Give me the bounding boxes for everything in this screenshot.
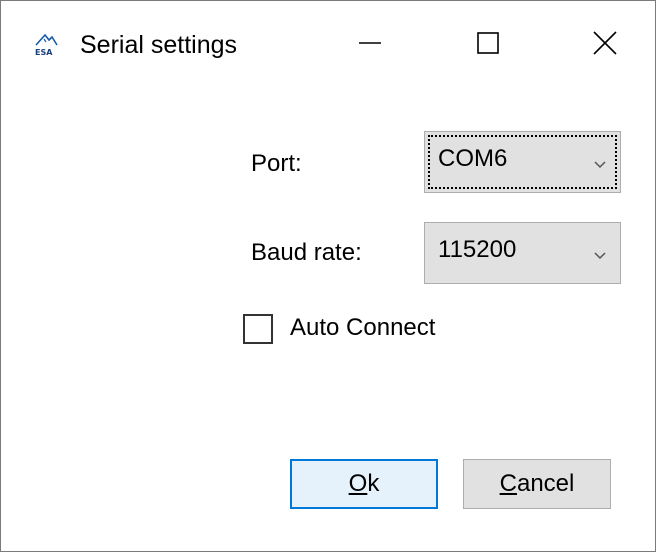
cancel-label-rest: ancel (516, 470, 575, 497)
maximize-button[interactable] (453, 1, 523, 89)
ok-label-rest: k (367, 470, 380, 497)
esa-logo-icon: ESA (33, 29, 59, 61)
maximize-icon (477, 31, 499, 59)
ok-mnemonic: O (348, 470, 368, 497)
svg-text:ESA: ESA (35, 48, 53, 57)
auto-connect-label[interactable]: Auto Connect (290, 313, 435, 343)
chevron-down-icon (594, 247, 606, 260)
cancel-mnemonic: C (499, 470, 517, 497)
chevron-down-icon (594, 156, 606, 169)
minimize-icon (359, 32, 381, 59)
serial-settings-window: ESA Serial settings Port: COM6 Baud rate… (0, 0, 656, 552)
window-title: Serial settings (80, 31, 238, 59)
port-value: COM6 (438, 145, 508, 172)
close-icon (593, 30, 617, 60)
title-bar[interactable]: ESA Serial settings (1, 1, 655, 89)
cancel-button[interactable]: Cancel (463, 459, 611, 509)
minimize-button[interactable] (335, 1, 405, 89)
close-button[interactable] (570, 1, 640, 89)
port-dropdown[interactable]: COM6 (424, 131, 621, 193)
baud-rate-label: Baud rate: (251, 239, 362, 266)
port-label: Port: (251, 150, 302, 177)
baud-rate-dropdown[interactable]: 115200 (424, 222, 621, 284)
auto-connect-checkbox[interactable] (243, 314, 273, 344)
baud-rate-value: 115200 (438, 236, 517, 263)
ok-button[interactable]: Ok (290, 459, 438, 509)
